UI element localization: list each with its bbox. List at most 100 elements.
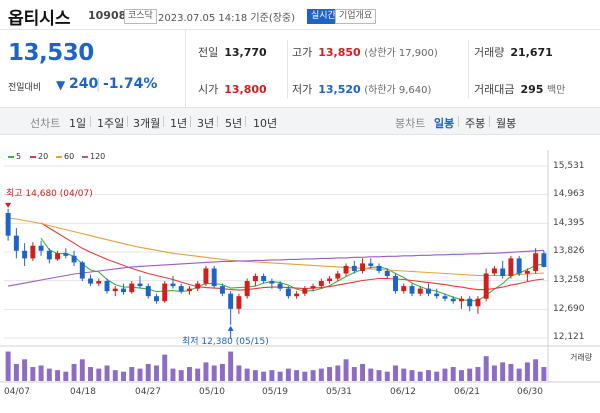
volume-bar (368, 368, 374, 381)
candle-body (228, 293, 234, 309)
volume-bar (55, 370, 61, 381)
volume-bar (162, 354, 168, 381)
candle-body (211, 268, 217, 287)
volume-bar (154, 365, 159, 381)
volume-bar (409, 370, 415, 381)
candle-body (269, 281, 275, 284)
candle-body (541, 253, 547, 267)
volume-bar (104, 365, 110, 381)
volume-bar (384, 371, 390, 381)
x-tick-label: 05/31 (326, 387, 352, 397)
candle-body (318, 281, 324, 287)
candle-body (401, 286, 407, 292)
candle-body (302, 288, 308, 294)
candle-body (335, 273, 341, 279)
volume-bar (112, 370, 118, 381)
candle-body (13, 235, 19, 251)
volume-bar (442, 368, 448, 381)
volume-bar (38, 365, 44, 381)
x-tick-label: 05/10 (199, 387, 225, 397)
candle-body (112, 288, 118, 292)
candle-body (38, 245, 44, 251)
y-tick-label: 14,963 (553, 189, 585, 199)
volume-bar (88, 367, 94, 381)
candle-body (393, 276, 398, 292)
candle-body (244, 281, 250, 297)
volume-bar (211, 365, 217, 381)
volume-bar (121, 371, 126, 381)
candle-body (434, 293, 440, 297)
candle-body (96, 281, 102, 284)
y-tick-label: 12,121 (553, 332, 585, 342)
max-price-annotation: 최고 14,680 (04/07) (6, 189, 93, 199)
candle-body (104, 281, 110, 292)
volume-bar (533, 359, 539, 381)
candle-body (252, 276, 258, 282)
volume-bar (426, 370, 431, 381)
volume-bar (302, 371, 308, 381)
candle-body (508, 258, 514, 277)
volume-bar (252, 370, 258, 381)
volume-bar (79, 359, 85, 381)
candle-body (30, 245, 36, 259)
candle-body (409, 286, 415, 294)
candle-body (458, 298, 464, 302)
volume-bar (516, 368, 522, 381)
x-tick-label: 04/27 (135, 387, 161, 397)
candle-body (129, 283, 135, 293)
volume-bar (195, 368, 201, 381)
candle-body (467, 298, 473, 307)
ma-line-20 (40, 222, 544, 291)
candle-body (450, 298, 456, 302)
candle-body (186, 288, 192, 292)
volume-bar (261, 371, 267, 381)
volume-bar (417, 371, 423, 381)
candle-body (533, 253, 539, 271)
volume-bar (335, 365, 341, 381)
candle-body (475, 298, 481, 307)
candle-body (178, 286, 184, 292)
volume-bar (475, 367, 481, 381)
candle-body (46, 250, 52, 260)
candle-body (310, 286, 316, 289)
volume-bar (393, 365, 398, 381)
candle-body (277, 283, 283, 289)
volume-bar (178, 370, 184, 381)
candle-body (203, 268, 209, 284)
candle-body (79, 262, 85, 279)
volume-bar (450, 367, 456, 381)
candle-body (5, 212, 11, 236)
x-tick-label: 04/18 (70, 387, 96, 397)
x-tick-label: 05/19 (262, 387, 288, 397)
volume-bar (277, 371, 283, 381)
volume-bar (285, 368, 291, 381)
volume-axis-label: 거래량 (570, 353, 593, 362)
volume-bar (318, 368, 324, 381)
candle-body (22, 250, 28, 259)
volume-bar (186, 367, 192, 381)
volume-bar (269, 370, 275, 381)
candle-body (154, 296, 159, 302)
volume-bar (401, 368, 407, 381)
volume-bar (434, 371, 440, 381)
volume-bar (500, 362, 506, 381)
candle-body (137, 283, 143, 287)
candle-body (500, 268, 506, 277)
volume-bar (46, 368, 52, 381)
candle-body (343, 265, 349, 274)
candle-body (63, 253, 69, 256)
volume-bar (228, 351, 234, 381)
candle-body (88, 278, 94, 284)
candle-body (516, 258, 522, 274)
candle-body (442, 296, 448, 299)
volume-bar (294, 370, 300, 381)
volume-bar (203, 362, 209, 381)
candle-body (351, 265, 357, 271)
candle-body (145, 286, 151, 297)
volume-bar (491, 365, 497, 381)
x-tick-label: 06/12 (390, 387, 416, 397)
x-tick-label: 04/07 (4, 387, 30, 397)
volume-bar (145, 363, 151, 381)
volume-bar (483, 356, 489, 381)
candle-body (376, 265, 382, 271)
